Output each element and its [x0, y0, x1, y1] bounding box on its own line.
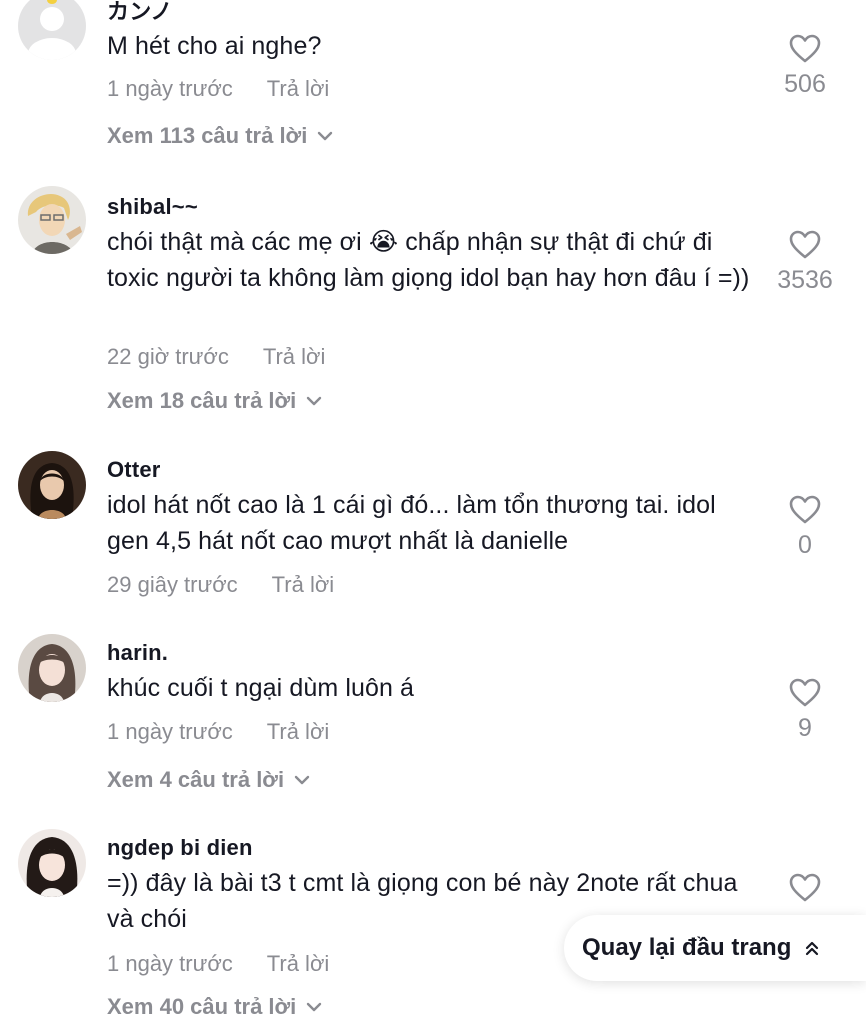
- comment-username[interactable]: ngdep bi dien: [107, 835, 253, 861]
- comment-timestamp: 22 giờ trước: [107, 344, 229, 369]
- comment-username[interactable]: harin.: [107, 640, 168, 666]
- default-avatar-icon: [18, 0, 86, 60]
- like-count: 506: [784, 70, 826, 98]
- comment-meta: 1 ngày trước Trả lời: [107, 719, 329, 745]
- like-count: 3536: [777, 266, 833, 294]
- user-avatar-image: [18, 634, 86, 702]
- view-replies-label: Xem 113 câu trả lời: [107, 123, 308, 148]
- reply-button[interactable]: Trả lời: [267, 719, 330, 744]
- reply-button[interactable]: Trả lời: [272, 572, 335, 597]
- comment-text: idol hát nốt cao là 1 cái gì đó... làm t…: [107, 491, 716, 555]
- comment-username[interactable]: カンノ: [107, 0, 173, 26]
- chevron-down-icon: [294, 775, 310, 785]
- chevron-down-icon: [318, 131, 333, 141]
- like-button[interactable]: 0: [765, 495, 845, 560]
- like-button[interactable]: 9: [765, 678, 845, 743]
- user-avatar-image: [18, 186, 86, 254]
- reply-button[interactable]: Trả lời: [267, 951, 330, 976]
- reply-button[interactable]: Trả lời: [263, 344, 326, 369]
- user-avatar-image: [18, 829, 86, 897]
- view-replies-label: Xem 40 câu trả lời: [107, 994, 297, 1019]
- comment-timestamp: 29 giây trước: [107, 572, 238, 597]
- view-replies-label: Xem 18 câu trả lời: [107, 388, 297, 413]
- comment-meta: 1 ngày trước Trả lời: [107, 76, 329, 102]
- back-to-top-button[interactable]: Quay lại đầu trang: [564, 915, 866, 981]
- view-replies-button[interactable]: Xem 4 câu trả lời: [107, 767, 310, 793]
- comment-meta: 1 ngày trước Trả lời: [107, 951, 329, 977]
- comment-timestamp: 1 ngày trước: [107, 719, 233, 744]
- chevron-down-icon: [307, 396, 322, 406]
- heart-outline-icon: [789, 678, 821, 707]
- view-replies-button[interactable]: Xem 113 câu trả lời: [107, 123, 333, 149]
- user-avatar-image: [18, 451, 86, 519]
- heart-outline-icon: [789, 34, 821, 63]
- double-chevron-up-icon: [806, 941, 819, 956]
- view-replies-button[interactable]: Xem 18 câu trả lời: [107, 388, 322, 414]
- comment-meta: 29 giây trước Trả lời: [107, 572, 334, 598]
- avatar[interactable]: [18, 634, 86, 702]
- avatar[interactable]: [18, 451, 86, 519]
- heart-outline-icon: [789, 230, 821, 259]
- comment-text: chói thật mà các mẹ ơi 😭 chấp nhận sự th…: [107, 228, 750, 292]
- like-button[interactable]: [765, 873, 845, 903]
- comment-username[interactable]: shibal~~: [107, 194, 198, 220]
- comments-page: カンノ M hét cho ai nghe? 1 ngày trước Trả l…: [0, 0, 866, 1024]
- heart-outline-icon: [789, 873, 821, 902]
- like-count: 9: [798, 714, 812, 742]
- back-to-top-label: Quay lại đầu trang: [582, 934, 792, 961]
- comment-username[interactable]: Otter: [107, 457, 161, 483]
- comment-meta: 22 giờ trước Trả lời: [107, 344, 325, 370]
- like-count: 0: [798, 531, 812, 559]
- avatar[interactable]: [18, 829, 86, 897]
- chevron-down-icon: [307, 1002, 322, 1012]
- comment-timestamp: 1 ngày trước: [107, 951, 233, 976]
- view-replies-label: Xem 4 câu trả lời: [107, 767, 285, 792]
- like-button[interactable]: 506: [765, 34, 845, 99]
- comment-timestamp: 1 ngày trước: [107, 76, 233, 101]
- heart-outline-icon: [789, 495, 821, 524]
- like-button[interactable]: 3536: [765, 230, 845, 295]
- comment-text: M hét cho ai nghe?: [107, 32, 322, 60]
- avatar[interactable]: [18, 0, 86, 60]
- view-replies-button[interactable]: Xem 40 câu trả lời: [107, 994, 322, 1020]
- comment-text: khúc cuối t ngại dùm luôn á: [107, 674, 415, 702]
- reply-button[interactable]: Trả lời: [267, 76, 330, 101]
- avatar[interactable]: [18, 186, 86, 254]
